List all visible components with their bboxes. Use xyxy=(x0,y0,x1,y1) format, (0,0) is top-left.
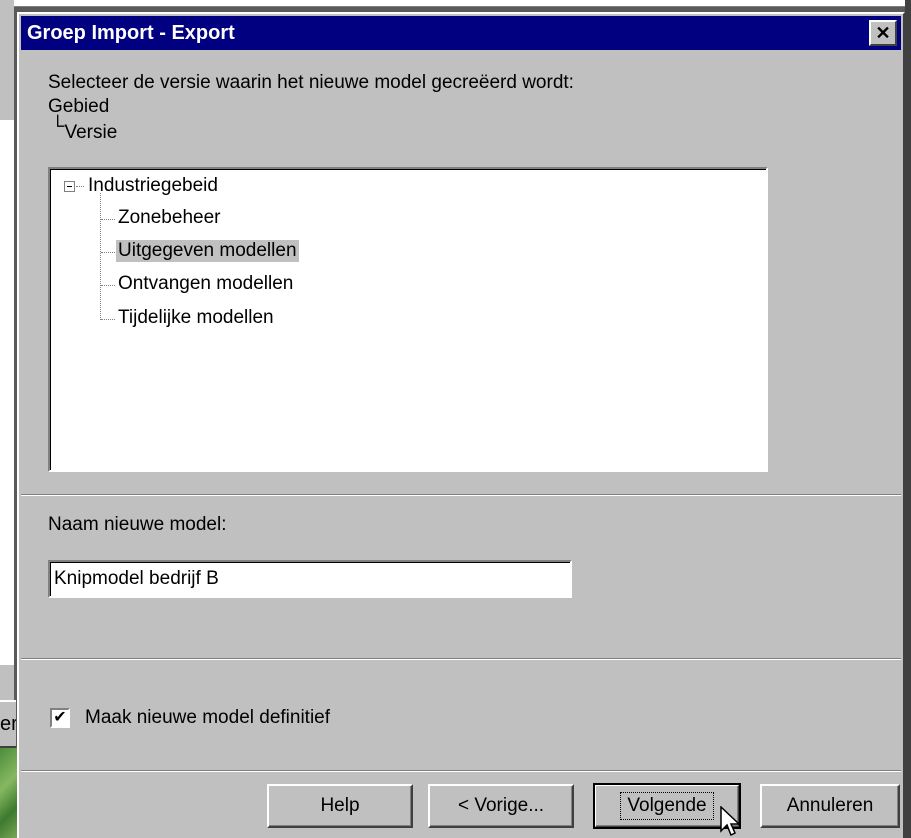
dialog-title: Groep Import - Export xyxy=(27,21,235,44)
background-partial-button[interactable]: er xyxy=(0,700,16,748)
cancel-button-label: Annuleren xyxy=(786,795,874,816)
back-button-label: < Vorige... xyxy=(457,795,545,816)
legend-versie-row: └Versie xyxy=(51,116,118,144)
separator xyxy=(21,658,901,660)
help-button[interactable]: Help xyxy=(267,784,413,828)
tree-connector xyxy=(100,193,101,320)
tree-connector xyxy=(101,219,115,220)
version-tree[interactable]: Industriegebeid Zonebeheer Uitgegeven mo… xyxy=(48,167,768,472)
instruction-text: Selecteer de versie waarin het nieuwe mo… xyxy=(48,72,574,93)
legend-gebied: Gebied xyxy=(48,96,110,117)
background-right-edge xyxy=(905,0,911,838)
tree-item-tijdelijke-modellen[interactable]: Tijdelijke modellen xyxy=(116,307,276,329)
tree-connector xyxy=(101,319,115,320)
background-panel xyxy=(0,120,14,665)
legend-corner-icon: └ xyxy=(51,116,65,137)
cancel-button[interactable]: Annuleren xyxy=(760,784,900,828)
tree-item-zonebeheer[interactable]: Zonebeheer xyxy=(116,207,222,229)
definitive-checkbox-label[interactable]: Maak nieuwe model definitief xyxy=(85,707,330,729)
model-name-input[interactable]: Knipmodel bedrijf B xyxy=(48,560,572,598)
tree-connector xyxy=(101,285,115,286)
separator xyxy=(21,494,901,496)
close-icon: ✕ xyxy=(875,23,891,43)
tree-connector xyxy=(76,186,84,187)
background-top-strip xyxy=(14,0,911,7)
separator xyxy=(21,770,901,772)
legend-versie: Versie xyxy=(64,122,118,143)
definitive-checkbox[interactable]: ✔ xyxy=(50,708,70,728)
tree-item-uitgegeven-modellen[interactable]: Uitgegeven modellen xyxy=(116,240,299,262)
back-button[interactable]: < Vorige... xyxy=(428,784,574,828)
help-button-label: Help xyxy=(320,795,360,816)
tree-connector xyxy=(101,252,115,253)
checkmark-icon: ✔ xyxy=(53,709,67,726)
next-button-label: Volgende xyxy=(620,792,714,820)
background-partial-button-label: er xyxy=(0,713,16,735)
background-map-fragment xyxy=(0,748,18,838)
tree-item-ontvangen-modellen[interactable]: Ontvangen modellen xyxy=(116,273,295,295)
tree-root-industriegebeid[interactable]: Industriegebeid xyxy=(86,175,220,197)
import-export-dialog: Groep Import - Export ✕ Selecteer de ver… xyxy=(17,12,905,838)
close-button[interactable]: ✕ xyxy=(869,20,897,46)
name-label: Naam nieuwe model: xyxy=(48,514,227,535)
collapse-icon[interactable] xyxy=(64,181,75,192)
next-button[interactable]: Volgende xyxy=(593,783,741,829)
mouse-cursor-icon xyxy=(720,806,741,837)
dialog-titlebar[interactable]: Groep Import - Export ✕ xyxy=(21,16,901,50)
